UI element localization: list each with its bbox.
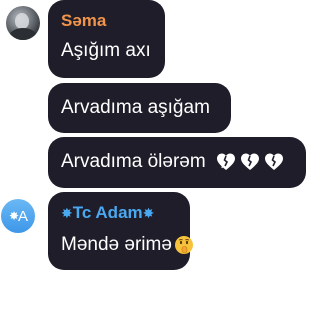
heart-icon — [216, 153, 235, 170]
sender-avatar-tc-adam[interactable]: ✸ A — [1, 199, 35, 233]
avatar-spark-icon: ✸ — [8, 209, 19, 223]
avatar-letter: A — [18, 207, 28, 225]
avatar-photo-body — [9, 28, 37, 40]
sender-name[interactable]: ✸ Tc Adam ✸ — [61, 203, 154, 223]
sender-avatar-sema[interactable] — [6, 6, 40, 40]
message-content: Arvadıma ölərəm — [61, 151, 284, 173]
message-bubble[interactable]: Səma Aşığım axı — [48, 0, 165, 78]
heart-icon — [240, 153, 259, 170]
message-bubble[interactable]: Arvadıma ölərəm — [48, 137, 306, 188]
heart-icon — [264, 153, 283, 170]
message-bubble[interactable]: ✸ Tc Adam ✸ Məndə ərimə — [48, 192, 193, 270]
spark-icon: ✸ — [61, 204, 73, 221]
sender-name[interactable]: Səma — [61, 11, 106, 31]
message-text: Arvadıma aşığam — [61, 97, 210, 118]
avatar-photo-face — [15, 13, 29, 29]
emoji-group — [216, 152, 284, 172]
spark-icon: ✸ — [142, 204, 155, 221]
message-text: Arvadıma ölərəm — [61, 151, 206, 172]
message-text: Məndə ərimə — [61, 234, 172, 255]
message-content: Məndə ərimə — [61, 234, 194, 256]
shushing-face-icon — [174, 236, 193, 254]
message-text: Aşığım axı — [61, 40, 151, 61]
chat-view: Səma Aşığım axı Arvadıma aşığam Arvadıma… — [0, 0, 307, 320]
message-bubble[interactable]: Arvadıma aşığam — [48, 83, 231, 133]
sender-name-text: Tc Adam — [72, 203, 143, 222]
